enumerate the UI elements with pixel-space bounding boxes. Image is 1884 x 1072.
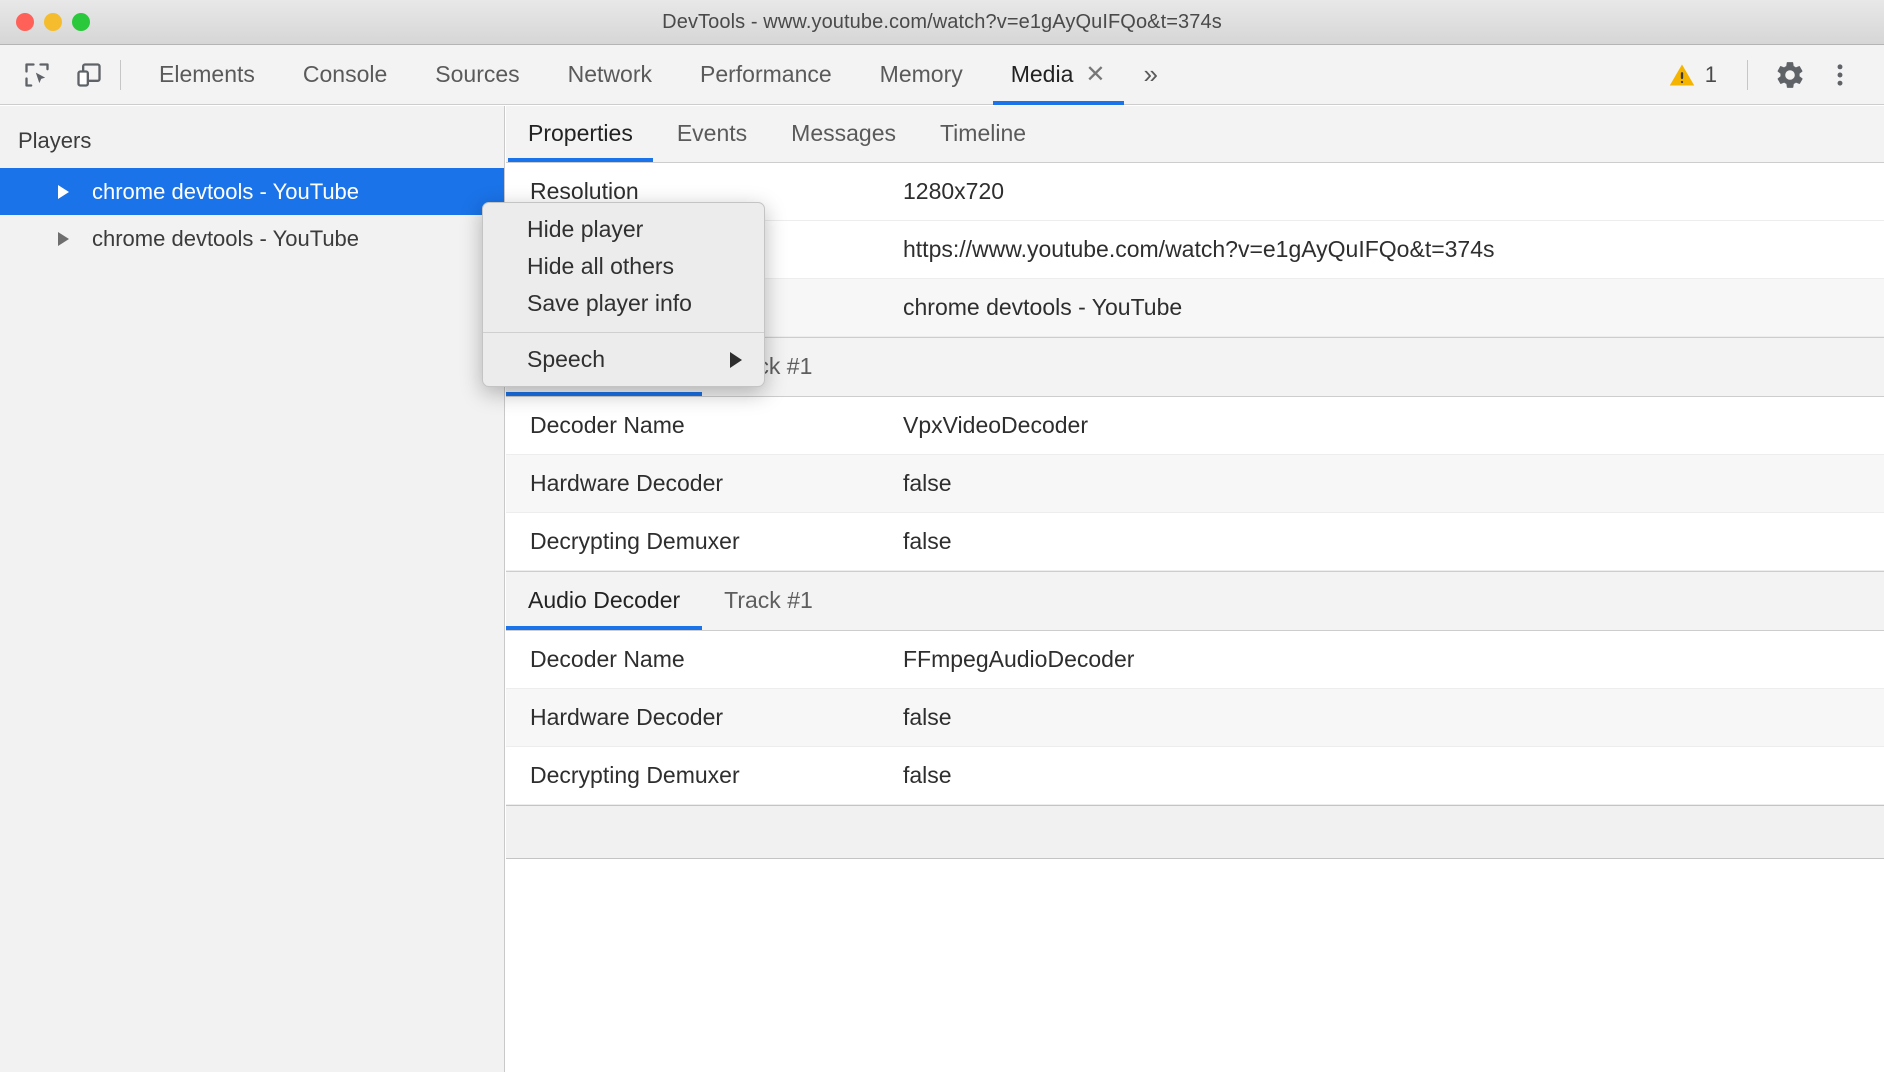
three-dot-menu-icon[interactable] (1818, 53, 1862, 97)
tab-memory-label: Memory (880, 61, 963, 88)
audio-decoder-heading[interactable]: Audio Decoder (506, 571, 702, 630)
tab-messages-label: Messages (791, 120, 896, 147)
tab-messages[interactable]: Messages (769, 105, 918, 162)
property-key: Decrypting Demuxer (506, 528, 903, 555)
player-list-item-1-label: chrome devtools - YouTube (54, 226, 359, 252)
tab-properties[interactable]: Properties (506, 105, 655, 162)
tab-sources-label: Sources (435, 61, 519, 88)
window-title: DevTools - www.youtube.com/watch?v=e1gAy… (0, 11, 1884, 34)
property-value: false (903, 704, 1884, 731)
player-list-item-0[interactable]: chrome devtools - YouTube (0, 168, 504, 215)
traffic-lights (16, 13, 90, 31)
more-tabs-icon[interactable]: » (1130, 59, 1172, 90)
toolbar-right-group: 1 (1658, 45, 1884, 105)
toolbar-left-icons (0, 58, 106, 92)
property-key: Decoder Name (506, 646, 903, 673)
property-value: false (903, 528, 1884, 555)
players-sidebar: Players chrome devtools - YouTube chrome… (0, 106, 505, 1072)
devtools-window: DevTools - www.youtube.com/watch?v=e1gAy… (0, 0, 1884, 1072)
context-menu-item-hide-player[interactable]: Hide player (483, 211, 764, 248)
tab-performance[interactable]: Performance (676, 45, 856, 105)
table-row: Decoder Name FFmpegAudioDecoder (506, 631, 1884, 689)
empty-section-body (506, 859, 1884, 979)
table-row: Hardware Decoder false (506, 689, 1884, 747)
tab-elements-label: Elements (159, 61, 255, 88)
devtools-toolbar: Elements Console Sources Network Perform… (0, 45, 1884, 105)
tab-console-label: Console (303, 61, 387, 88)
warning-triangle-icon (1668, 61, 1696, 89)
tab-events-label: Events (677, 120, 747, 147)
tab-network-label: Network (568, 61, 652, 88)
expand-triangle-icon[interactable] (58, 185, 69, 199)
warning-count: 1 (1705, 62, 1717, 88)
property-key: Resolution (506, 178, 903, 205)
property-value: chrome devtools - YouTube (903, 294, 1884, 321)
empty-section-bar (506, 805, 1884, 859)
media-tab-strip: Properties Events Messages Timeline (506, 106, 1884, 163)
context-menu-item-hide-all-others[interactable]: Hide all others (483, 248, 764, 285)
window-titlebar: DevTools - www.youtube.com/watch?v=e1gAy… (0, 0, 1884, 45)
expand-triangle-icon[interactable] (58, 232, 69, 246)
tab-properties-label: Properties (528, 120, 633, 147)
property-key: Decoder Name (506, 412, 903, 439)
property-value: false (903, 470, 1884, 497)
property-value: https://www.youtube.com/watch?v=e1gAyQuI… (903, 236, 1884, 263)
table-row: Decoder Name VpxVideoDecoder (506, 397, 1884, 455)
audio-decoder-heading-label: Audio Decoder (528, 587, 680, 614)
context-menu-separator (483, 332, 764, 333)
chevron-right-icon (730, 352, 742, 368)
property-key: Hardware Decoder (506, 704, 903, 731)
context-menu-item-save-player-info[interactable]: Save player info (483, 285, 764, 322)
warning-indicator[interactable]: 1 (1658, 61, 1727, 89)
gear-icon[interactable] (1768, 53, 1812, 97)
tab-memory[interactable]: Memory (856, 45, 987, 105)
tab-events[interactable]: Events (655, 105, 769, 162)
context-menu-item-label: Save player info (527, 290, 692, 317)
context-menu-item-speech[interactable]: Speech (483, 341, 764, 378)
audio-decoder-track-label: Track #1 (724, 587, 813, 614)
table-row: Decrypting Demuxer false (506, 513, 1884, 571)
property-key: Hardware Decoder (506, 470, 903, 497)
minimize-window-button[interactable] (44, 13, 62, 31)
inspect-element-icon[interactable] (20, 58, 54, 92)
player-context-menu: Hide player Hide all others Save player … (482, 202, 765, 387)
toolbar-divider (120, 60, 121, 90)
player-list-item-0-label: chrome devtools - YouTube (54, 179, 359, 205)
tab-performance-label: Performance (700, 61, 832, 88)
table-row: Hardware Decoder false (506, 455, 1884, 513)
context-menu-item-label: Speech (527, 346, 605, 373)
context-menu-item-label: Hide player (527, 216, 643, 243)
toolbar-right-divider (1747, 60, 1748, 90)
device-toolbar-icon[interactable] (72, 58, 106, 92)
audio-decoder-track-tab[interactable]: Track #1 (702, 571, 835, 630)
property-value: 1280x720 (903, 178, 1884, 205)
table-row: Decrypting Demuxer false (506, 747, 1884, 805)
player-list-item-1[interactable]: chrome devtools - YouTube (0, 215, 504, 262)
context-menu-item-label: Hide all others (527, 253, 674, 280)
tab-timeline-label: Timeline (940, 120, 1026, 147)
tab-timeline[interactable]: Timeline (918, 105, 1048, 162)
property-value: false (903, 762, 1884, 789)
tab-media-label: Media (1011, 61, 1074, 88)
close-window-button[interactable] (16, 13, 34, 31)
tab-media[interactable]: Media ✕ (987, 45, 1130, 105)
panel-tab-strip: Elements Console Sources Network Perform… (135, 45, 1172, 105)
tab-console[interactable]: Console (279, 45, 411, 105)
zoom-window-button[interactable] (72, 13, 90, 31)
tab-sources[interactable]: Sources (411, 45, 543, 105)
close-icon[interactable]: ✕ (1085, 63, 1105, 87)
property-value: VpxVideoDecoder (903, 412, 1884, 439)
sidebar-title: Players (0, 106, 504, 168)
property-key: Decrypting Demuxer (506, 762, 903, 789)
tab-network[interactable]: Network (544, 45, 676, 105)
property-value: FFmpegAudioDecoder (903, 646, 1884, 673)
tab-elements[interactable]: Elements (135, 45, 279, 105)
audio-decoder-tabs: Audio Decoder Track #1 (506, 571, 1884, 631)
